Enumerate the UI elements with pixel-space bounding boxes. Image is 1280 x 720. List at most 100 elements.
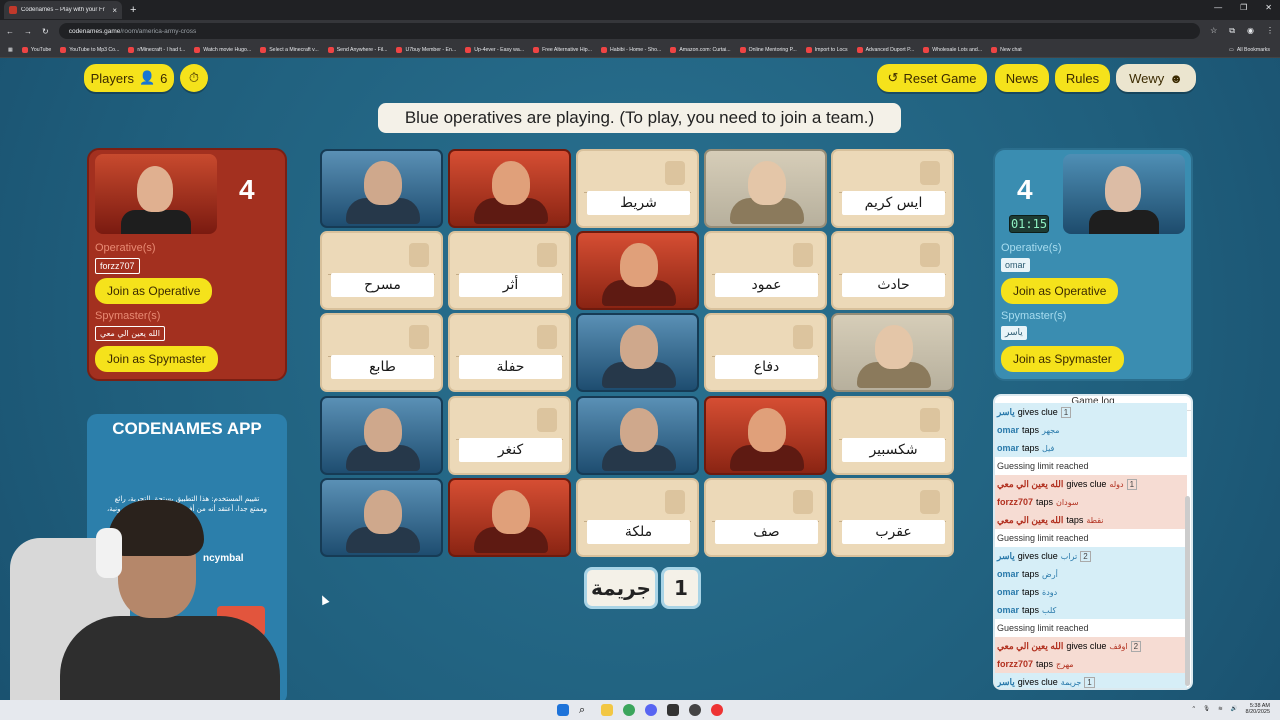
bookmark-star-icon[interactable]: ☆	[1210, 26, 1217, 36]
start-icon[interactable]	[557, 704, 569, 716]
bookmark-item[interactable]: Select a Minecraft v...	[260, 46, 319, 53]
bookmark-favicon-icon	[194, 46, 201, 53]
clock[interactable]: 5:38 AM 8/20/2025	[1246, 703, 1270, 715]
card-figure-head	[364, 490, 402, 534]
agent-blue-card[interactable]	[320, 396, 443, 475]
red-join-spymaster-button[interactable]: Join as Spymaster	[95, 346, 218, 372]
bookmark-item[interactable]: Free Alternative Hip...	[533, 46, 592, 53]
profile-icon[interactable]: ◉	[1247, 26, 1254, 36]
bystander-card[interactable]	[831, 313, 954, 392]
word-card[interactable]: كنغر	[448, 396, 571, 475]
log-action: Guessing limit reached	[997, 461, 1089, 471]
word-card[interactable]: حفلة	[448, 313, 571, 392]
obs-icon[interactable]	[689, 704, 701, 716]
players-button[interactable]: Players 👤 6	[84, 64, 174, 92]
bystander-card[interactable]	[704, 149, 827, 228]
bookmark-item[interactable]: New chat	[991, 46, 1022, 53]
agent-red-card[interactable]	[448, 478, 571, 557]
word-card[interactable]: دفاع	[704, 313, 827, 392]
word-card[interactable]: شريط	[576, 149, 699, 228]
bookmark-item[interactable]: U7buy Member - En...	[396, 46, 456, 53]
reset-game-button[interactable]: ↺ Reset Game	[877, 64, 987, 92]
bookmark-item[interactable]: Habibi - Home - Sho...	[600, 46, 661, 53]
word-card[interactable]: ملكة	[576, 478, 699, 557]
log-action: taps	[1066, 515, 1084, 525]
agent-red-card[interactable]	[448, 149, 571, 228]
word-card[interactable]: صف	[704, 478, 827, 557]
bookmark-item[interactable]: YouTube	[21, 46, 51, 53]
word-card[interactable]: حادث	[831, 231, 954, 310]
back-icon[interactable]: ←	[6, 27, 14, 36]
word-card[interactable]: عمود	[704, 231, 827, 310]
card-figure-head	[364, 161, 402, 205]
log-player: omar	[997, 569, 1020, 579]
game-log[interactable]: Game log ياسر gives clue 1 omar taps مجهر omar…	[993, 394, 1193, 690]
game-log-scrollbar[interactable]	[1185, 496, 1190, 686]
game-log-entry: ياسر gives clue تراب 2	[995, 547, 1187, 565]
card-silhouette-icon	[793, 243, 813, 267]
word-card[interactable]: أثر	[448, 231, 571, 310]
user-menu-button[interactable]: Wewy ☻	[1116, 64, 1196, 92]
bookmark-item[interactable]: Import to Locs	[805, 46, 848, 53]
word-card[interactable]: مسرح	[320, 231, 443, 310]
apps-icon[interactable]: ▦	[8, 47, 13, 53]
log-player: ياسر	[997, 406, 1015, 417]
card-silhouette-icon	[537, 325, 557, 349]
mic-icon[interactable]: 🎙	[1203, 706, 1210, 712]
log-word: اوقف	[1109, 641, 1128, 651]
bookmark-item[interactable]: Watch movie Hugo...	[194, 46, 251, 53]
all-bookmarks[interactable]: ▭ All Bookmarks	[1229, 47, 1270, 53]
agent-red-card[interactable]	[704, 396, 827, 475]
bookmark-favicon-icon	[805, 46, 812, 53]
bookmark-item[interactable]: Send Anywhere - Fil...	[327, 46, 387, 53]
maximize-icon[interactable]: ❐	[1240, 3, 1247, 12]
word-card[interactable]: شكسبير	[831, 396, 954, 475]
bookmark-item[interactable]: YouTube to Mp3 Co...	[60, 46, 119, 53]
record-icon[interactable]	[711, 704, 723, 716]
chevron-up-icon[interactable]: ^	[1192, 706, 1195, 712]
blue-join-spymaster-button[interactable]: Join as Spymaster	[1001, 346, 1124, 372]
close-window-icon[interactable]: ✕	[1265, 3, 1272, 12]
discord-icon[interactable]	[645, 704, 657, 716]
reload-icon[interactable]: ↻	[42, 27, 49, 36]
agent-blue-card[interactable]	[576, 313, 699, 392]
tab-title: Codenames – Play with your Fr	[21, 7, 105, 13]
close-tab-icon[interactable]: ×	[112, 6, 117, 15]
word-card[interactable]: ايس كريم	[831, 149, 954, 228]
agent-blue-card[interactable]	[320, 149, 443, 228]
search-icon[interactable]: ⌕	[579, 704, 591, 716]
word-card[interactable]: طابع	[320, 313, 443, 392]
red-spymaster-avatar	[95, 154, 217, 234]
bookmark-item[interactable]: Advanced Duport P...	[856, 46, 914, 53]
card-silhouette-icon	[409, 243, 429, 267]
minimize-icon[interactable]: —	[1214, 3, 1222, 12]
timer-button[interactable]: ⏱	[180, 64, 208, 92]
blue-join-operative-button[interactable]: Join as Operative	[1001, 278, 1119, 304]
bookmark-item[interactable]: Amazon.com: Curtai...	[670, 46, 731, 53]
log-player: الله يعين الي معي	[997, 478, 1064, 489]
speaker-icon[interactable]: 🔊	[1231, 706, 1238, 712]
bookmark-item[interactable]: Online Mentoring P...	[739, 46, 797, 53]
browser-tab-bar: Codenames – Play with your Fr × + — ❐ ✕	[0, 0, 1280, 20]
chrome-icon[interactable]	[623, 704, 635, 716]
agent-blue-card[interactable]	[320, 478, 443, 557]
browser-tab[interactable]: Codenames – Play with your Fr ×	[4, 1, 122, 19]
file-explorer-icon[interactable]	[601, 704, 613, 716]
forward-icon[interactable]: →	[24, 27, 32, 36]
extensions-icon[interactable]: ⧉	[1229, 26, 1235, 36]
news-button[interactable]: News	[995, 64, 1049, 92]
rules-button[interactable]: Rules	[1055, 64, 1110, 92]
agent-red-card[interactable]	[576, 231, 699, 310]
new-tab-icon[interactable]: +	[130, 4, 136, 16]
app-icon[interactable]	[667, 704, 679, 716]
menu-icon[interactable]: ⋮	[1266, 26, 1274, 36]
card-word: شكسبير	[842, 438, 945, 462]
bookmark-item[interactable]: Wholesale Lots and...	[923, 46, 982, 53]
url-input[interactable]: codenames.game/room/america-army-cross	[58, 23, 1201, 39]
wifi-icon[interactable]: ≋	[1218, 706, 1223, 712]
bookmark-item[interactable]: Up-4ever - Easy wa...	[465, 46, 524, 53]
red-join-operative-button[interactable]: Join as Operative	[95, 278, 213, 304]
word-card[interactable]: عقرب	[831, 478, 954, 557]
agent-blue-card[interactable]	[576, 396, 699, 475]
bookmark-item[interactable]: r/Minecraft - I had t...	[128, 46, 185, 53]
